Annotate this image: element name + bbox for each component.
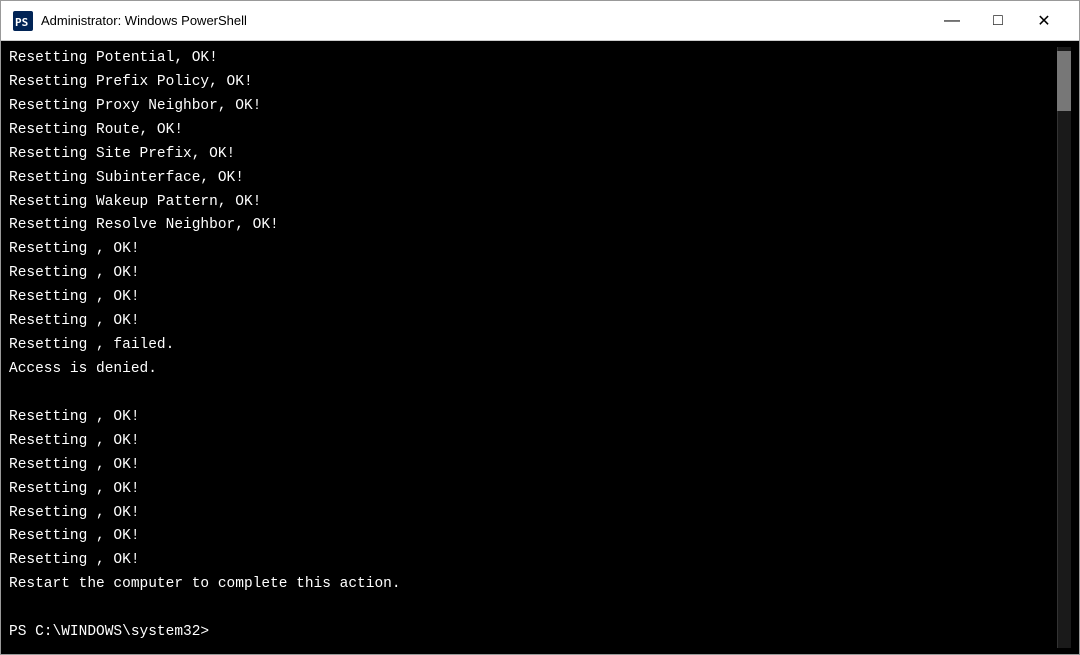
terminal-line: Resetting Subinterface, OK! [9,167,1057,191]
terminal-line: Resetting , OK! [9,549,1057,573]
powershell-icon: PS [13,11,33,31]
titlebar: PS Administrator: Windows PowerShell — □… [1,1,1079,41]
terminal-line [9,382,1057,406]
terminal-line: Resetting Wakeup Pattern, OK! [9,191,1057,215]
terminal-line: PS C:\WINDOWS\system32> [9,621,1057,645]
terminal-line: Resetting , failed. [9,334,1057,358]
maximize-button[interactable]: □ [975,5,1021,37]
window-controls: — □ ✕ [929,5,1067,37]
terminal-line: Resetting Site Prefix, OK! [9,143,1057,167]
terminal-line: Resetting , OK! [9,310,1057,334]
terminal-content[interactable]: Resetting Potential, OK!Resetting Prefix… [9,47,1057,648]
minimize-button[interactable]: — [929,5,975,37]
scrollbar[interactable] [1057,47,1071,648]
svg-text:PS: PS [15,16,28,29]
terminal-line: Resetting , OK! [9,406,1057,430]
scrollbar-thumb[interactable] [1057,51,1071,111]
terminal-line: Restart the computer to complete this ac… [9,573,1057,597]
terminal-line: Resetting Prefix Policy, OK! [9,71,1057,95]
terminal-line: Resetting , OK! [9,454,1057,478]
terminal-line: Resetting , OK! [9,430,1057,454]
powershell-window: PS Administrator: Windows PowerShell — □… [0,0,1080,655]
terminal-line: Resetting Resolve Neighbor, OK! [9,214,1057,238]
terminal-line: Resetting , OK! [9,262,1057,286]
terminal-line: Resetting Route, OK! [9,119,1057,143]
terminal-line: Access is denied. [9,358,1057,382]
terminal-line [9,597,1057,621]
terminal-line: Resetting , OK! [9,502,1057,526]
terminal-body: Resetting Potential, OK!Resetting Prefix… [1,41,1079,654]
terminal-line: Resetting , OK! [9,238,1057,262]
terminal-line: Resetting Proxy Neighbor, OK! [9,95,1057,119]
terminal-line: Resetting , OK! [9,525,1057,549]
terminal-line: Resetting Potential, OK! [9,47,1057,71]
terminal-line: Resetting , OK! [9,286,1057,310]
terminal-output: Resetting Potential, OK!Resetting Prefix… [9,47,1057,645]
close-button[interactable]: ✕ [1021,5,1067,37]
window-title: Administrator: Windows PowerShell [41,13,929,28]
terminal-line: Resetting , OK! [9,478,1057,502]
